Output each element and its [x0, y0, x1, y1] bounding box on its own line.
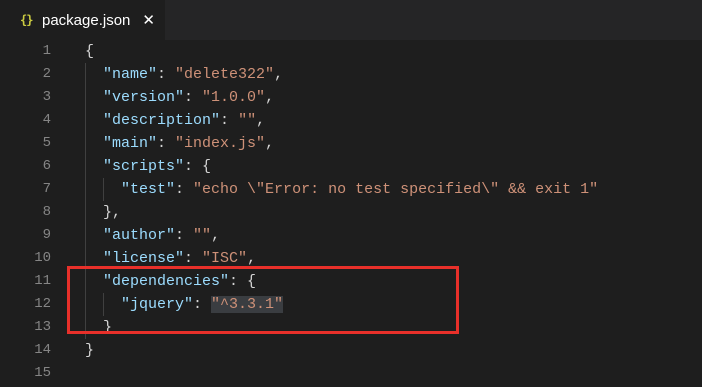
line-code: "main": "index.js", — [85, 132, 274, 155]
code-token: }, — [85, 204, 122, 221]
code-token: : — [157, 66, 176, 83]
code-token: "main" — [103, 135, 158, 152]
tab-bar: {} package.json ✕ — [0, 0, 702, 40]
code-line: 4 "description": "", — [0, 109, 702, 132]
code-editor[interactable]: 1{2 "name": "delete322", 3 "version": "1.… — [0, 40, 702, 387]
code-token: : — [220, 112, 239, 129]
line-code: "author": "", — [85, 224, 220, 247]
code-token: : — [184, 89, 203, 106]
code-line: 3 "version": "1.0.0", — [0, 86, 702, 109]
code-token: "delete322" — [175, 66, 275, 83]
code-token: "author" — [103, 227, 176, 244]
code-line: 1{ — [0, 40, 702, 63]
code-token: : — [157, 135, 176, 152]
code-line: 7 "test": "echo \"Error: no test specifi… — [0, 178, 702, 201]
code-token: , — [256, 112, 266, 129]
code-line: 5 "main": "index.js", — [0, 132, 702, 155]
line-number: 10 — [34, 250, 51, 266]
close-icon[interactable]: ✕ — [142, 11, 155, 29]
code-token: , — [265, 89, 275, 106]
line-number: 1 — [42, 43, 51, 59]
line-code: "scripts": { — [85, 155, 211, 178]
code-token: : — [175, 181, 194, 198]
line-number: 13 — [34, 319, 51, 335]
code-line: 9 "author": "", — [0, 224, 702, 247]
line-code: "version": "1.0.0", — [85, 86, 274, 109]
line-number: 15 — [34, 365, 51, 381]
code-token: : — [175, 227, 194, 244]
code-line: 8 }, — [0, 201, 702, 224]
code-token: "name" — [103, 66, 158, 83]
code-token: "" — [193, 227, 212, 244]
line-code: { — [85, 40, 94, 63]
code-token: "" — [238, 112, 257, 129]
line-number: 3 — [42, 89, 51, 105]
line-code: "test": "echo \"Error: no test specified… — [85, 178, 598, 201]
code-token: "scripts" — [103, 158, 185, 175]
line-number: 4 — [42, 112, 51, 128]
line-code: } — [85, 339, 94, 362]
code-line: 14} — [0, 339, 702, 362]
tab-label: package.json — [42, 11, 131, 29]
json-file-icon: {} — [20, 13, 33, 27]
line-number: 2 — [42, 66, 51, 82]
line-number: 9 — [42, 227, 51, 243]
code-token: , — [211, 227, 221, 244]
code-token: "index.js" — [175, 135, 266, 152]
line-code: }, — [85, 201, 121, 224]
code-token: : { — [184, 158, 212, 175]
code-token: "license" — [103, 250, 185, 267]
line-number: 6 — [42, 158, 51, 174]
code-token: "1.0.0" — [202, 89, 266, 106]
tab-package-json[interactable]: {} package.json ✕ — [0, 0, 165, 40]
code-token: } — [85, 342, 95, 359]
annotation-highlight-box — [67, 266, 459, 334]
code-token: : — [184, 250, 203, 267]
code-token: , — [247, 250, 257, 267]
line-code: "name": "delete322", — [85, 63, 283, 86]
code-token: "version" — [103, 89, 185, 106]
line-number: 12 — [34, 296, 51, 312]
line-code: "description": "", — [85, 109, 265, 132]
line-number: 8 — [42, 204, 51, 220]
code-token: , — [265, 135, 275, 152]
code-token: "test" — [121, 181, 176, 198]
code-line: 6 "scripts": { — [0, 155, 702, 178]
line-number: 11 — [34, 273, 51, 289]
code-token: "echo \"Error: no test specified\" && ex… — [193, 181, 599, 198]
code-line: 2 "name": "delete322", — [0, 63, 702, 86]
line-number: 7 — [42, 181, 51, 197]
code-line: 15 — [0, 362, 702, 385]
code-token: { — [85, 43, 95, 60]
code-token: , — [274, 66, 284, 83]
line-number: 5 — [42, 135, 51, 151]
code-token: "ISC" — [202, 250, 248, 267]
code-token: "description" — [103, 112, 221, 129]
line-number: 14 — [34, 342, 51, 358]
